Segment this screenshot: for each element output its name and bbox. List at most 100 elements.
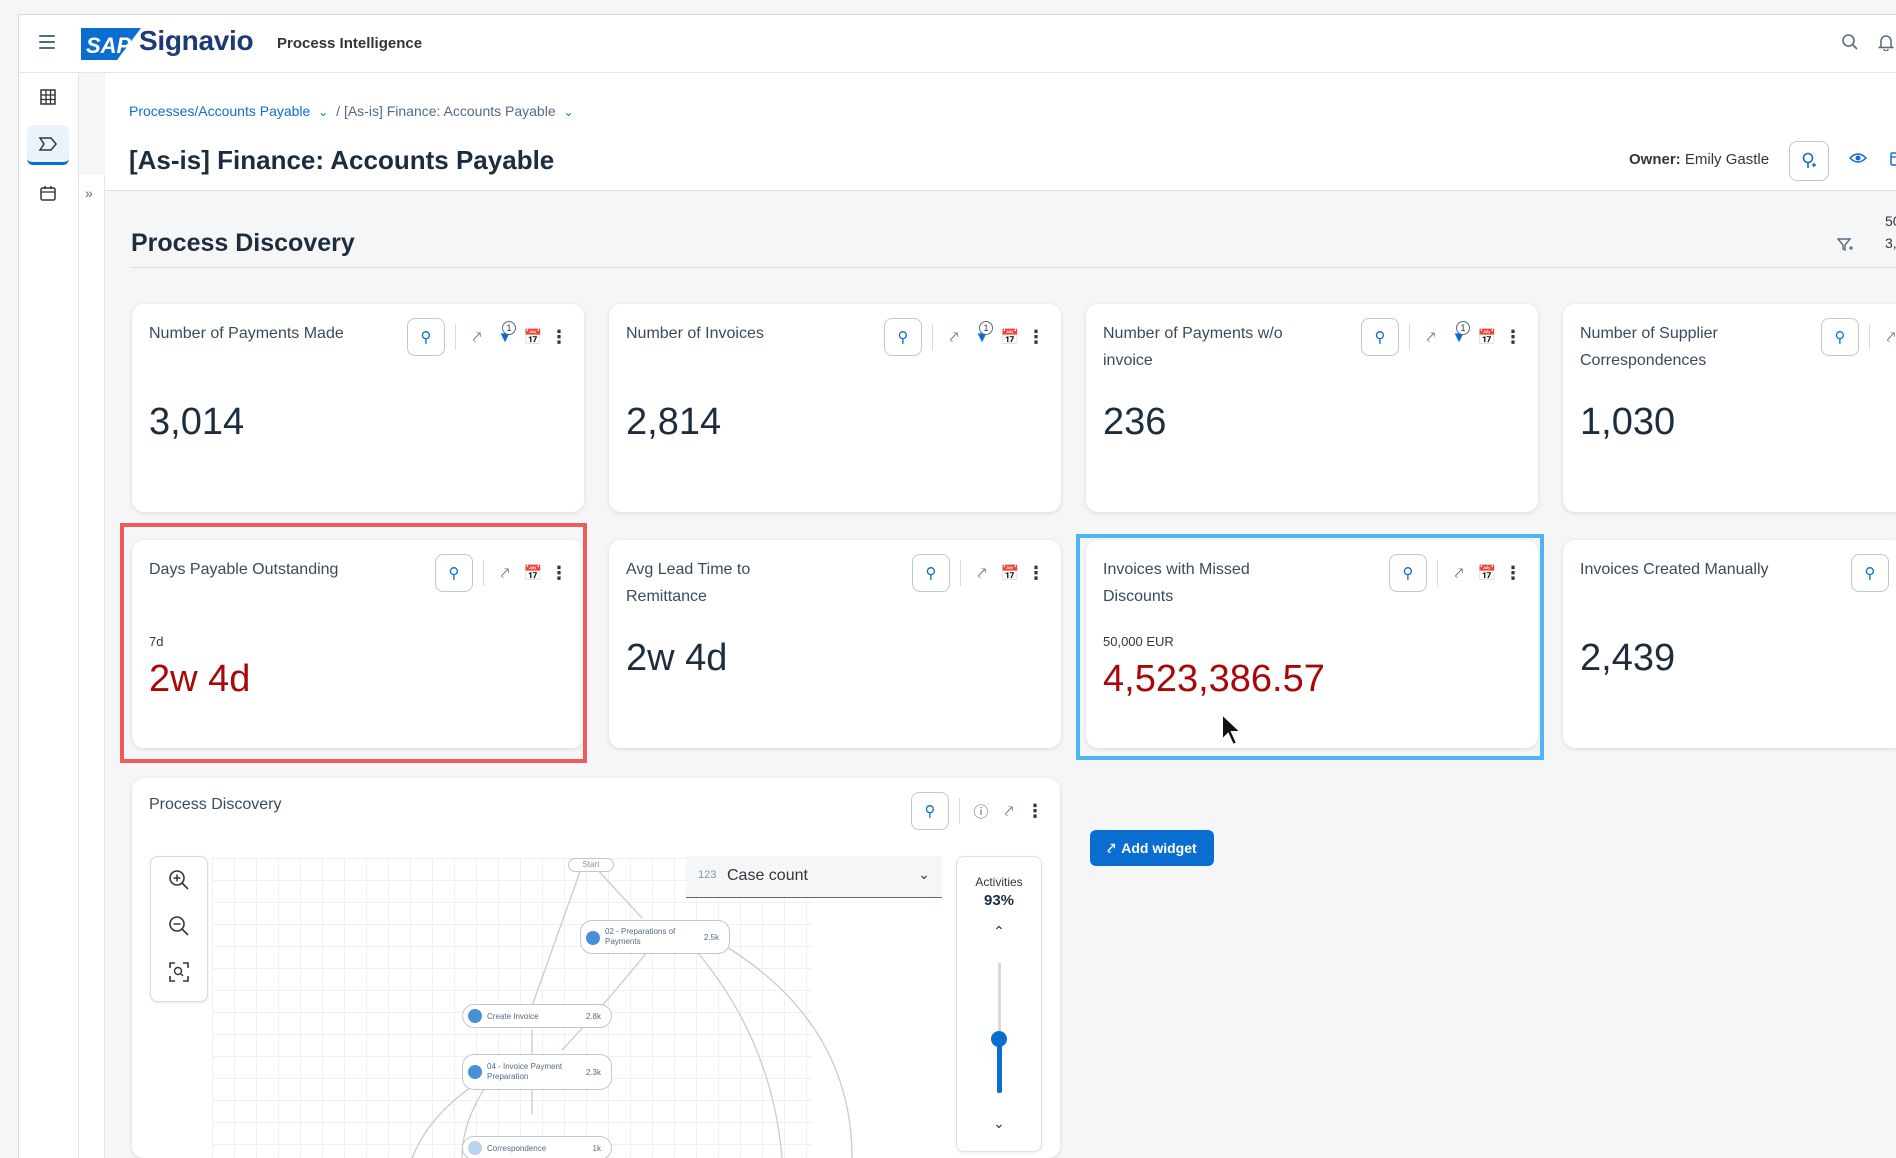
- pin-button[interactable]: ⚲: [912, 554, 950, 592]
- activity-count: 2.5k: [703, 933, 719, 942]
- breadcrumb-separator: /: [336, 103, 341, 119]
- chevron-down-icon[interactable]: ⌄: [957, 1115, 1041, 1132]
- summary-value: 50: [1885, 213, 1896, 229]
- menu-icon[interactable]: [39, 35, 55, 49]
- sap-logo: SAP: [81, 28, 141, 60]
- kpi-card[interactable]: Number of Supplier Correspondences ⚲ ⤤ 1…: [1563, 304, 1896, 512]
- filter-icon[interactable]: ▼ 1: [494, 320, 516, 346]
- kpi-card[interactable]: Number of Payments Made ⚲ ⤤ ▼ 1 📅 ⋮ 3,014: [132, 304, 584, 512]
- calendar-icon[interactable]: 📅: [522, 328, 544, 346]
- kpi-value: 2,814: [626, 401, 722, 443]
- activity-node[interactable]: Correspondence 1k: [462, 1136, 612, 1158]
- side-navigation: [19, 73, 79, 1158]
- filter-icon[interactable]: [1836, 237, 1853, 258]
- more-icon[interactable]: ⋮: [550, 327, 568, 348]
- collapsed-panel: »: [79, 175, 105, 1158]
- kpi-card[interactable]: Number of Invoices ⚲ ⤤ ▼ 1 📅 ⋮ 2,814: [609, 304, 1061, 512]
- zoom-in-icon[interactable]: [151, 857, 207, 903]
- pin-button[interactable]: ⚲: [1821, 318, 1859, 356]
- kpi-value: 2w 4d: [626, 637, 728, 679]
- calendar-icon[interactable]: 📅: [1476, 328, 1498, 346]
- more-icon[interactable]: ⋮: [1027, 563, 1045, 584]
- eye-icon[interactable]: [1848, 149, 1868, 170]
- chevron-down-icon: ⌄: [918, 866, 930, 882]
- activity-label: Correspondence: [487, 1143, 547, 1153]
- activity-node[interactable]: Create Invoice 2.8k: [462, 1004, 612, 1028]
- kpi-value: 2,439: [1580, 637, 1676, 679]
- shell-bar: SAP Signavio Process Intelligence: [19, 15, 1896, 73]
- chevron-down-icon[interactable]: ⌄: [564, 105, 574, 119]
- pin-button[interactable]: ⚲: [1851, 554, 1889, 592]
- breadcrumb-processes[interactable]: Processes: [129, 103, 194, 119]
- owner-label: Owner:: [1629, 151, 1681, 168]
- filter-icon[interactable]: ▼ 1: [971, 320, 993, 346]
- start-node[interactable]: Start: [568, 858, 614, 872]
- add-to-dashboard-icon[interactable]: ⤤: [943, 329, 965, 346]
- page-title: [As-is] Finance: Accounts Payable: [129, 145, 555, 175]
- add-to-dashboard-icon[interactable]: ⤤: [466, 329, 488, 346]
- add-widget-icon: ⤤: [1107, 839, 1116, 856]
- filter-count-badge: 1: [1456, 320, 1470, 335]
- summary-values: 50 3,0: [1885, 210, 1896, 254]
- process-discovery-widget: Process Discovery ⚲ ⓘ ⤤ ⋮ Start 02 - Pre…: [132, 778, 1060, 1158]
- grid-icon[interactable]: [27, 77, 69, 117]
- pin-button[interactable]: ⚲: [1361, 318, 1399, 356]
- activity-dot: [468, 1065, 482, 1079]
- breadcrumb-accounts-payable[interactable]: Accounts Payable: [198, 103, 310, 119]
- pin-button[interactable]: ⚲: [407, 318, 445, 356]
- breadcrumb-current[interactable]: [As-is] Finance: Accounts Payable: [344, 103, 556, 119]
- kpi-card[interactable]: Avg Lead Time to Remittance ⚲ ⤤ 📅 ⋮ 2w 4…: [609, 540, 1061, 748]
- activity-count: 1k: [592, 1144, 601, 1153]
- add-to-dashboard-icon[interactable]: ⤤: [971, 565, 993, 582]
- calendar-icon[interactable]: 📅: [999, 328, 1021, 346]
- highlight-frame-red: [120, 523, 587, 763]
- more-icon[interactable]: ⋮: [1504, 327, 1522, 348]
- add-to-dashboard-icon[interactable]: ⤤: [1880, 329, 1896, 346]
- calendar-icon[interactable]: 📅: [999, 564, 1021, 582]
- calendar-icon[interactable]: [1889, 149, 1896, 172]
- chevron-down-icon[interactable]: ⌄: [318, 105, 328, 119]
- kpi-card[interactable]: Number of Payments w/o invoice ⚲ ⤤ ▼ 1 📅 …: [1086, 304, 1538, 512]
- card-toolbar: ⚲ ⤤ ▼ 1 📅 ⋮: [1361, 318, 1522, 356]
- kpi-value: 3,014: [149, 401, 245, 443]
- mouse-cursor-icon: [1221, 712, 1244, 747]
- zoom-controls: [150, 856, 208, 1002]
- add-to-dashboard-icon[interactable]: ⤤: [1420, 329, 1442, 346]
- activity-count: 2.3k: [585, 1068, 601, 1077]
- filter-count-badge: 1: [502, 320, 516, 335]
- kpi-value: 1,030: [1580, 401, 1676, 443]
- activity-label: Create Invoice: [487, 1011, 539, 1021]
- kpi-title: Number of Supplier Correspondences: [1580, 325, 1718, 369]
- pin-button[interactable]: ⚲: [884, 318, 922, 356]
- activities-panel: Activities 93% ⌃ ⌄: [956, 856, 1042, 1152]
- process-icon[interactable]: [27, 125, 69, 165]
- kpi-card[interactable]: Invoices Created Manually ⚲ 2,439: [1563, 540, 1896, 748]
- toolbar-divider: [1409, 324, 1410, 350]
- highlight-frame-blue: [1076, 534, 1544, 760]
- metric-select-value: Case count: [727, 867, 808, 884]
- activities-label: Activities: [975, 875, 1023, 889]
- owner-info: Owner: Emily Gastle: [1629, 151, 1769, 168]
- toolbar-divider: [1869, 324, 1870, 350]
- kpi-title: Avg Lead Time to Remittance: [626, 561, 751, 605]
- page-header: Processes/Accounts Payable ⌄ / [As-is] F…: [105, 73, 1896, 191]
- brand-name: Signavio: [139, 25, 254, 56]
- more-icon[interactable]: ⋮: [1027, 327, 1045, 348]
- activity-label: 04 - Invoice Payment Preparation: [487, 1062, 563, 1081]
- activity-node[interactable]: 02 - Preparations of Payments 2.5k: [580, 920, 730, 954]
- activities-slider-handle[interactable]: [991, 1031, 1007, 1047]
- zoom-out-icon[interactable]: [151, 903, 207, 949]
- fit-to-screen-icon[interactable]: [151, 949, 207, 995]
- search-icon[interactable]: [1839, 33, 1861, 55]
- activity-node[interactable]: 04 - Invoice Payment Preparation 2.3k: [462, 1054, 612, 1090]
- metric-select[interactable]: 123 Case count ⌄: [686, 856, 942, 898]
- toolbar-divider: [960, 560, 961, 586]
- add-widget-button[interactable]: ⤤ Add widget: [1090, 830, 1214, 866]
- calendar-icon[interactable]: [27, 173, 69, 213]
- pin-button[interactable]: [1789, 141, 1829, 181]
- filter-icon[interactable]: ▼ 1: [1448, 320, 1470, 346]
- activity-dot: [468, 1141, 482, 1155]
- expand-icon[interactable]: »: [85, 185, 93, 201]
- bell-icon[interactable]: [1875, 33, 1896, 55]
- chevron-up-icon[interactable]: ⌃: [957, 923, 1041, 940]
